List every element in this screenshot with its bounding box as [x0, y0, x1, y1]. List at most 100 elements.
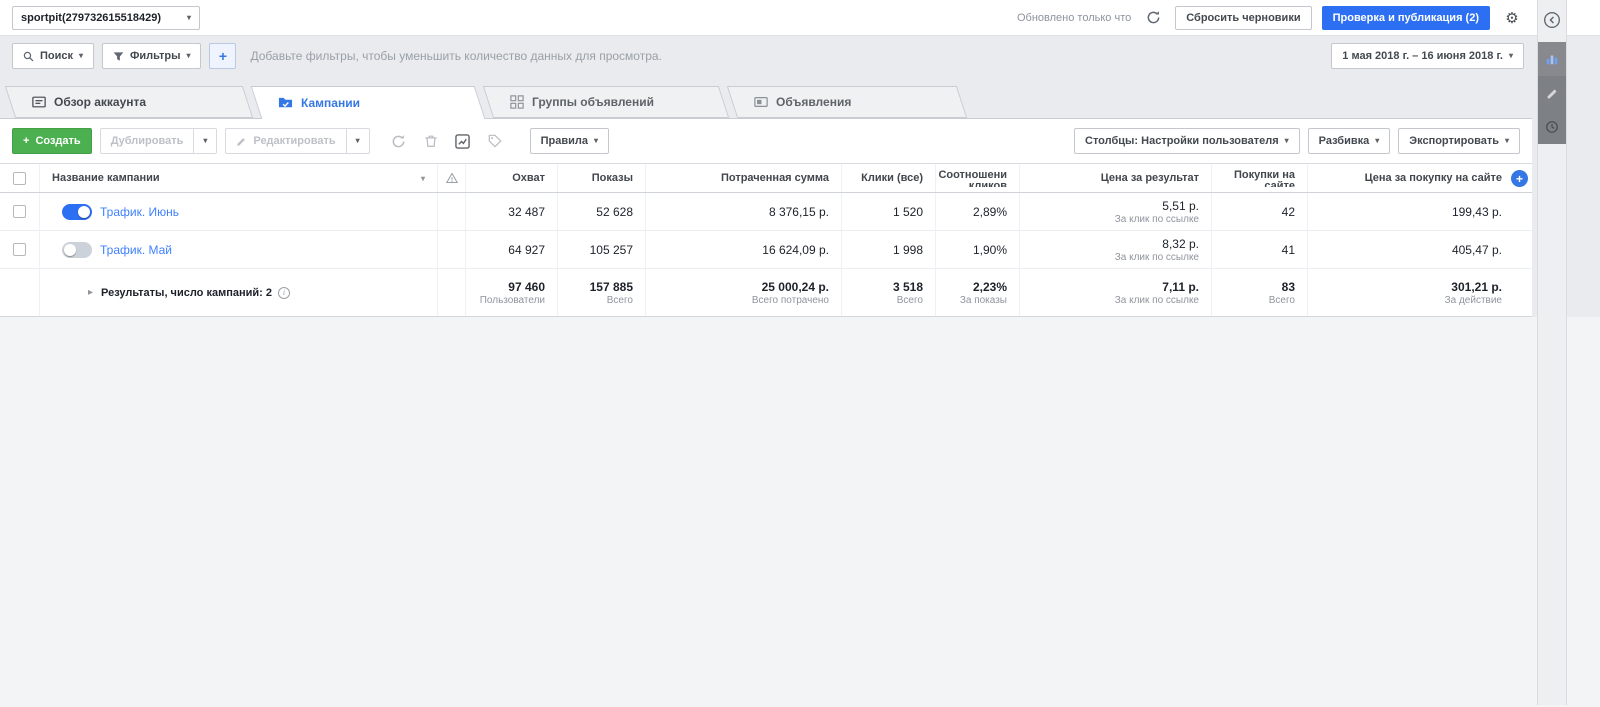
- cell-campaign-name: Трафик. Май: [40, 231, 438, 268]
- column-header-clicks[interactable]: Клики (все): [842, 164, 936, 192]
- columns-button[interactable]: Столбцы: Настройки пользователя ▾: [1074, 128, 1300, 154]
- cell-clicks: 1 520: [842, 193, 936, 230]
- delete-button[interactable]: [418, 128, 444, 154]
- cell-impressions-total: 157 885Всего: [558, 269, 646, 316]
- date-range-button[interactable]: 1 мая 2018 г. – 16 июня 2018 г. ▾: [1331, 43, 1524, 69]
- edit-panel-button[interactable]: [1538, 76, 1566, 110]
- campaign-active-toggle[interactable]: [62, 204, 92, 220]
- add-filter-button[interactable]: +: [209, 43, 236, 69]
- cell-spent: 8 376,15 р.: [646, 193, 842, 230]
- cell-impressions: 105 257: [558, 231, 646, 268]
- top-bar: sportpit(279732615518429) ▾ Обновлено то…: [0, 0, 1600, 36]
- export-label: Экспортировать: [1409, 135, 1499, 147]
- cell-cost-per-purchase: 405,47 р.: [1308, 231, 1532, 268]
- export-button[interactable]: Экспортировать ▾: [1398, 128, 1520, 154]
- info-icon[interactable]: i: [278, 287, 290, 299]
- duplicate-split-button: Дублировать ▾: [100, 128, 218, 154]
- collapse-panel-button[interactable]: [1540, 8, 1564, 32]
- edit-menu-button[interactable]: ▾: [346, 128, 370, 154]
- tag-button[interactable]: [482, 128, 508, 154]
- tab-campaigns[interactable]: Кампании: [256, 86, 480, 119]
- cell-reach: 32 487: [466, 193, 558, 230]
- column-label: Цена за результат: [1101, 172, 1199, 184]
- campaigns-icon: [278, 95, 293, 110]
- create-button[interactable]: + Создать: [12, 128, 92, 154]
- expander-icon[interactable]: ▸: [88, 287, 93, 298]
- column-label: Показы: [592, 172, 633, 184]
- bar-chart-icon: [1545, 52, 1559, 66]
- column-header-impressions[interactable]: Показы: [558, 164, 646, 192]
- tab-ad-sets[interactable]: Группы объявлений: [488, 86, 724, 118]
- edit-label: Редактировать: [253, 135, 335, 147]
- duplicate-button[interactable]: Дублировать: [100, 128, 195, 154]
- right-rail: [1537, 0, 1567, 705]
- trash-icon: [424, 134, 438, 148]
- column-label-clipped: сайте: [1264, 181, 1295, 187]
- chevron-down-icon: ▾: [594, 137, 598, 145]
- cell-empty: [0, 269, 40, 316]
- cell-purchases: 42: [1212, 193, 1308, 230]
- column-header-ctr[interactable]: Соотношени кликов: [936, 164, 1020, 192]
- create-label: Создать: [35, 135, 80, 147]
- refresh-button[interactable]: [1141, 6, 1165, 30]
- tab-account-overview[interactable]: Обзор аккаунта: [10, 86, 248, 118]
- filters-label: Фильтры: [130, 50, 180, 62]
- select-all-checkbox[interactable]: [13, 172, 26, 185]
- edit-button[interactable]: Редактировать: [225, 128, 346, 154]
- chevron-down-icon: ▾: [186, 52, 190, 60]
- column-label-clipped: кликов: [969, 181, 1007, 187]
- table-row[interactable]: Трафик. Май 64 927 105 257 16 624,09 р. …: [0, 231, 1532, 269]
- account-selector[interactable]: sportpit(279732615518429) ▾: [12, 6, 200, 30]
- filter-icon: [113, 51, 124, 62]
- duplicate-menu-button[interactable]: ▾: [193, 128, 217, 154]
- row-checkbox[interactable]: [13, 205, 26, 218]
- view-charts-button[interactable]: [450, 128, 476, 154]
- chevron-down-icon: ▾: [187, 14, 191, 22]
- sort-icon[interactable]: ▾: [421, 174, 425, 183]
- performance-charts-button[interactable]: [1538, 42, 1566, 76]
- table-row[interactable]: Трафик. Июнь 32 487 52 628 8 376,15 р. 1…: [0, 193, 1532, 231]
- chevron-down-icon: ▾: [1285, 137, 1289, 145]
- edit-split-button: Редактировать ▾: [225, 128, 369, 154]
- column-label: Клики (все): [861, 172, 923, 184]
- column-header-cost-per-purchase[interactable]: Цена за покупку на сайте: [1308, 164, 1532, 192]
- cell-checkbox: [0, 231, 40, 268]
- column-header-spent[interactable]: Потраченная сумма: [646, 164, 842, 192]
- empty-area: [0, 317, 1600, 707]
- column-header-cost-per-result[interactable]: Цена за результат: [1020, 164, 1212, 192]
- column-header-name[interactable]: Название кампании ▾: [40, 164, 438, 192]
- campaign-active-toggle[interactable]: [62, 242, 92, 258]
- column-label: Соотношени: [938, 170, 1007, 181]
- search-button[interactable]: Поиск ▾: [12, 43, 94, 69]
- cell-ctr: 2,89%: [936, 193, 1020, 230]
- add-column-button[interactable]: +: [1511, 170, 1528, 187]
- review-publish-button[interactable]: Проверка и публикация (2): [1322, 6, 1490, 30]
- settings-button[interactable]: ⚙: [1500, 6, 1524, 30]
- column-header-reach[interactable]: Охват: [466, 164, 558, 192]
- chevron-down-icon: ▾: [356, 137, 360, 145]
- breakdown-button[interactable]: Разбивка ▾: [1308, 128, 1391, 154]
- campaign-name-link[interactable]: Трафик. Май: [100, 243, 172, 257]
- tab-label: Кампании: [301, 96, 360, 110]
- cell-spent-total: 25 000,24 р.Всего потрачено: [646, 269, 842, 316]
- date-range-label: 1 мая 2018 г. – 16 июня 2018 г.: [1342, 50, 1503, 62]
- row-checkbox[interactable]: [13, 243, 26, 256]
- cell-checkbox: [0, 193, 40, 230]
- revert-button[interactable]: [386, 128, 412, 154]
- filters-button[interactable]: Фильтры ▾: [102, 43, 201, 69]
- table-totals-row: ▸ Результаты, число кампаний: 2 i 97 460…: [0, 269, 1532, 317]
- discard-drafts-button[interactable]: Сбросить черновики: [1175, 6, 1311, 30]
- ad-sets-icon: [510, 95, 524, 109]
- column-header-purchases[interactable]: Покупки на сайте: [1212, 164, 1308, 192]
- column-label: Потраченная сумма: [721, 172, 829, 184]
- rules-button[interactable]: Правила ▾: [530, 128, 609, 154]
- cell-cost-per-purchase-total: 301,21 р.За действие: [1308, 269, 1532, 316]
- cell-delivery: [438, 231, 466, 268]
- campaign-name-link[interactable]: Трафик. Июнь: [100, 205, 179, 219]
- toggle-knob: [64, 244, 76, 256]
- tab-ads[interactable]: Объявления: [732, 86, 962, 118]
- toggle-knob: [78, 206, 90, 218]
- history-button[interactable]: [1538, 110, 1566, 144]
- columns-label: Столбцы: Настройки пользователя: [1085, 135, 1279, 147]
- refresh-icon: [1146, 10, 1161, 25]
